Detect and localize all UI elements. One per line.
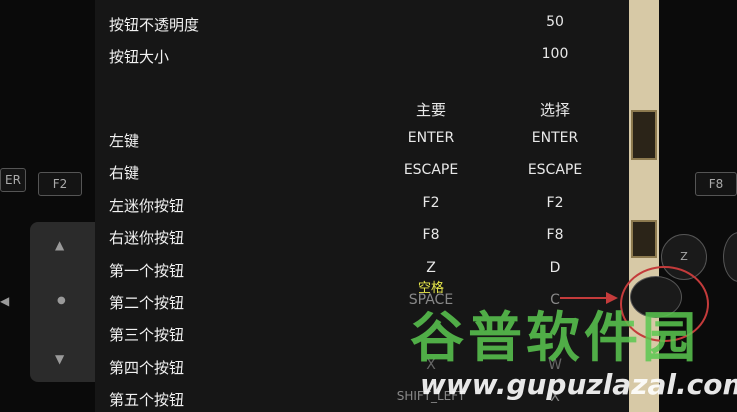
virtual-key-enter[interactable]: ER (0, 168, 26, 192)
row-label: 左迷你按钮 (109, 197, 185, 215)
row-alt-key[interactable]: F2 (485, 195, 625, 211)
opacity-value[interactable]: 50 (485, 14, 625, 30)
header-main: 主要 (415, 101, 446, 119)
row-alt-key[interactable]: ESCAPE (485, 162, 625, 178)
opacity-label: 按钮不透明度 (109, 16, 200, 34)
row-alt-key[interactable]: F8 (485, 227, 625, 243)
row-label: 第五个按钮 (109, 391, 185, 409)
row-alt-key[interactable]: ENTER (485, 130, 625, 146)
row-label: 第二个按钮 (109, 294, 185, 312)
row-label: 右键 (109, 164, 140, 182)
game-artwork-piece (631, 110, 657, 160)
dpad-down-icon[interactable]: ▼ (55, 352, 64, 366)
row-label: 右迷你按钮 (109, 229, 185, 247)
highlight-arrow-line (560, 297, 610, 299)
header-alt: 选择 (539, 101, 570, 119)
row-label: 左键 (109, 132, 140, 150)
row-main-key[interactable]: ESCAPE (361, 162, 501, 178)
row-label: 第一个按钮 (109, 262, 185, 280)
row-alt-key[interactable]: D (485, 260, 625, 276)
game-artwork-piece (631, 220, 657, 258)
row-main-key[interactable]: F2 (361, 195, 501, 211)
dpad-up-icon[interactable]: ▲ (55, 238, 64, 252)
highlight-arrow-icon (606, 292, 618, 304)
virtual-key-f8[interactable]: F8 (695, 172, 737, 196)
row-label: 第四个按钮 (109, 359, 185, 377)
dpad-center-dot-icon: ● (57, 295, 66, 306)
virtual-key-f2[interactable]: F2 (38, 172, 82, 196)
row-label: 第三个按钮 (109, 326, 185, 344)
size-value[interactable]: 100 (485, 46, 625, 62)
row-main-key[interactable]: F8 (361, 227, 501, 243)
size-label: 按钮大小 (109, 48, 170, 66)
watermark-text: 谷普软件园 (410, 306, 700, 369)
row-main-key[interactable]: Z (361, 260, 501, 276)
watermark-url: www.gupuzlazal.com (420, 368, 737, 401)
row-main-key[interactable]: ENTER (361, 130, 501, 146)
dpad-left-icon[interactable]: ◀ (0, 294, 9, 308)
